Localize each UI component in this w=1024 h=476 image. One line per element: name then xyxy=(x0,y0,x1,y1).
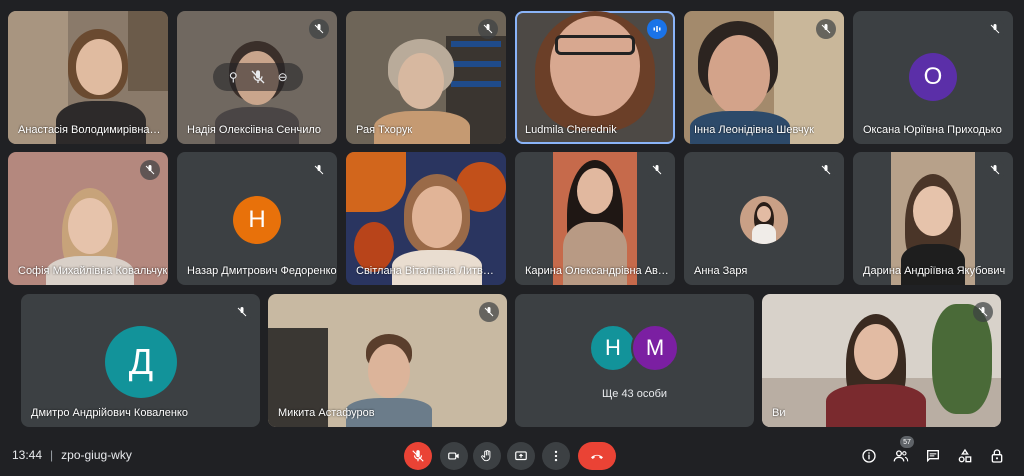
participant-tile[interactable]: Анастасія Володимирівна Сі... xyxy=(8,11,168,144)
more-options-button[interactable] xyxy=(542,442,570,470)
others-tile[interactable]: Н М Ще 43 особи xyxy=(515,294,754,427)
participant-tile[interactable]: Микита Астафуров xyxy=(268,294,507,427)
mic-off-icon xyxy=(140,160,160,180)
participant-name: Оксана Юріївна Приходько xyxy=(863,124,1002,136)
participant-name: Софія Михайлівна Ковальчук xyxy=(18,265,168,277)
participant-tile[interactable]: Ludmila Cherednik xyxy=(515,11,675,144)
participant-tile[interactable]: Д Дмитро Андрійович Коваленко xyxy=(21,294,260,427)
mic-off-icon xyxy=(309,160,329,180)
present-button[interactable] xyxy=(507,442,535,470)
mic-toggle-button[interactable] xyxy=(404,442,432,470)
participant-name: Дмитро Андрійович Коваленко xyxy=(31,407,188,419)
meeting-info: 13:44 | zpo-giug-wky xyxy=(12,448,132,462)
mic-off-icon xyxy=(232,302,252,322)
host-controls-button[interactable] xyxy=(987,446,1007,466)
meeting-code: zpo-giug-wky xyxy=(61,448,132,462)
avatar: Д xyxy=(105,326,177,398)
participant-name: Анна Заря xyxy=(694,265,748,277)
mic-off-icon xyxy=(479,302,499,322)
present-icon xyxy=(515,451,527,461)
participant-tile[interactable]: Карина Олександрівна Авд... xyxy=(515,152,675,285)
mic-off-icon xyxy=(985,160,1005,180)
avatar: Н xyxy=(589,324,637,372)
participant-name: Карина Олександрівна Авд... xyxy=(525,265,670,277)
host-controls-icon xyxy=(991,449,1003,463)
avatar: О xyxy=(909,53,957,101)
participant-tile[interactable]: О Оксана Юріївна Приходько xyxy=(853,11,1013,144)
participant-name: Надія Олексіівна Сенчило xyxy=(187,124,321,136)
avatar: М xyxy=(631,324,679,372)
camera-icon xyxy=(448,452,459,460)
pin-icon[interactable]: ⚲ xyxy=(225,69,241,85)
meeting-info-button[interactable] xyxy=(859,446,879,466)
mic-off-icon xyxy=(478,19,498,39)
participant-tile[interactable]: Рая Тхорук xyxy=(346,11,506,144)
avatar: Н xyxy=(233,196,281,244)
clock: 13:44 xyxy=(12,448,43,462)
bottom-toolbar: 13:44 | zpo-giug-wky 57 xyxy=(0,436,1024,476)
remove-icon[interactable]: ⊖ xyxy=(275,69,291,85)
participant-tile[interactable]: ⚲ ⊖ Надія Олексіівна Сенчило xyxy=(177,11,337,144)
mic-off-icon xyxy=(816,19,836,39)
others-count-label: Ще 43 особи xyxy=(601,388,668,400)
people-count-badge: 57 xyxy=(900,436,914,448)
activities-button[interactable] xyxy=(955,446,975,466)
participant-name: Рая Тхорук xyxy=(356,124,413,136)
raise-hand-button[interactable] xyxy=(473,442,501,470)
speaking-indicator-icon xyxy=(647,19,667,39)
camera-toggle-button[interactable] xyxy=(440,442,468,470)
activities-icon xyxy=(958,448,972,463)
participant-tile[interactable]: Анна Заря xyxy=(684,152,844,285)
mic-off-icon xyxy=(647,160,667,180)
participant-tile[interactable]: Н Назар Дмитрович Федоренко xyxy=(177,152,337,285)
info-icon xyxy=(862,449,876,463)
participant-tile[interactable]: Інна Леонідівна Шевчук xyxy=(684,11,844,144)
end-call-icon xyxy=(591,454,603,459)
people-button[interactable] xyxy=(891,446,911,466)
people-icon xyxy=(893,450,909,462)
participant-name: Інна Леонідівна Шевчук xyxy=(694,124,814,136)
raise-hand-icon xyxy=(481,449,491,462)
more-icon xyxy=(554,450,558,462)
avatar xyxy=(740,196,788,244)
participant-name: Назар Дмитрович Федоренко xyxy=(187,265,337,277)
chat-icon xyxy=(927,450,939,463)
tile-hover-controls: ⚲ ⊖ xyxy=(213,63,303,91)
participant-name: Анастасія Володимирівна Сі... xyxy=(18,124,163,136)
mic-off-icon xyxy=(973,302,993,322)
participant-tile[interactable]: Софія Михайлівна Ковальчук xyxy=(8,152,168,285)
mic-off-icon xyxy=(816,160,836,180)
participant-name: Світлана Віталіївна Литвинс... xyxy=(356,265,496,277)
participant-tile[interactable]: Світлана Віталіївна Литвинс... xyxy=(346,152,506,285)
separator: | xyxy=(50,448,54,462)
mic-off-icon xyxy=(309,19,329,39)
chat-button[interactable] xyxy=(923,446,943,466)
end-call-button[interactable] xyxy=(578,442,616,470)
participant-name: Ви xyxy=(772,407,786,419)
participant-name: Дарина Андріївна Якубович xyxy=(863,265,1006,277)
participant-name: Микита Астафуров xyxy=(278,407,375,419)
mic-off-icon xyxy=(412,450,424,462)
mic-off-icon xyxy=(985,19,1005,39)
participant-name: Ludmila Cherednik xyxy=(525,124,617,136)
participant-tile[interactable]: Дарина Андріївна Якубович xyxy=(853,152,1013,285)
mute-participant-icon[interactable] xyxy=(250,69,266,85)
participant-tile[interactable]: Ви xyxy=(762,294,1001,427)
